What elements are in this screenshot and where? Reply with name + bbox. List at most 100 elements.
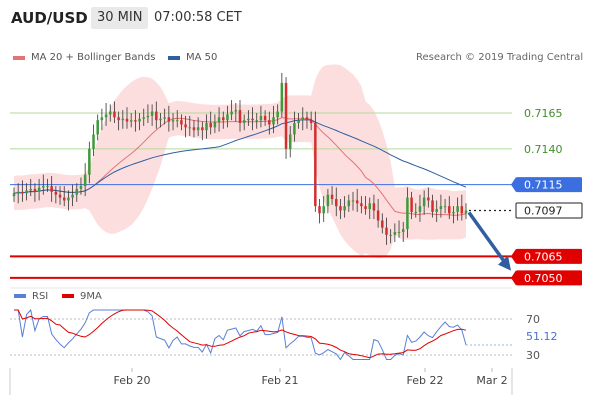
level-label-support-1: 0.7065 — [524, 250, 563, 263]
candle-body — [175, 120, 179, 122]
candle-body — [138, 118, 141, 122]
candle-body — [67, 197, 70, 201]
candle-body — [196, 127, 200, 131]
candle-body — [92, 134, 95, 149]
level-label-resistance-1: 0.7140 — [524, 143, 563, 156]
candle-body — [293, 123, 296, 135]
candle-body — [389, 234, 392, 236]
candle-body — [96, 120, 99, 135]
candle-body — [155, 111, 158, 121]
candle-body — [330, 194, 334, 199]
candle-body — [12, 193, 16, 197]
candle-body — [284, 82, 288, 149]
candle-body — [184, 124, 187, 128]
level-label-pivot: 0.7115 — [524, 179, 563, 192]
candle-body — [109, 111, 112, 115]
candle-body — [351, 200, 355, 202]
candle-body — [242, 120, 246, 124]
rsi-line — [14, 308, 467, 361]
candle-body — [163, 117, 166, 119]
candle-body — [209, 123, 212, 128]
candle-body — [326, 194, 330, 207]
candle-body — [301, 117, 305, 121]
candle-body — [222, 117, 225, 121]
candle-body — [460, 206, 464, 214]
candle-body — [100, 117, 104, 121]
candle-body — [410, 197, 413, 212]
candle-body — [21, 191, 24, 194]
candle-body — [452, 211, 455, 214]
candle-body — [226, 114, 229, 121]
candle-body — [343, 206, 346, 211]
candle-body — [335, 199, 338, 207]
level-label-support-2: 0.7050 — [524, 272, 563, 285]
candle-body — [272, 117, 275, 125]
candle-body — [146, 115, 150, 118]
candle-body — [255, 120, 258, 122]
candle-body — [401, 229, 405, 232]
candle-body — [288, 134, 292, 149]
candle-body — [422, 197, 426, 207]
candle-body — [180, 120, 183, 125]
x-tick-label: Feb 22 — [407, 374, 444, 387]
candle-body — [276, 111, 279, 118]
candle-body — [75, 188, 79, 195]
candle-body — [297, 120, 300, 124]
candle-body — [322, 206, 325, 214]
candle-body — [305, 117, 309, 121]
candle-body — [88, 148, 91, 175]
candle-body — [79, 186, 83, 189]
candle-body — [393, 231, 397, 235]
ma9-legend-label: 9MA — [80, 291, 102, 302]
rsi-tick-70: 70 — [526, 313, 540, 326]
candle-body — [167, 117, 171, 122]
candle-body — [309, 120, 313, 124]
candle-body — [150, 111, 154, 116]
candle-body — [355, 200, 359, 204]
candle-body — [318, 206, 321, 214]
candle-body — [418, 206, 422, 212]
level-box-pointer — [511, 248, 516, 264]
rsi-legend-label: RSI — [32, 291, 48, 302]
candle-body — [188, 127, 192, 129]
candle-body — [50, 186, 53, 192]
candle-body — [113, 111, 116, 118]
level-box-pointer — [511, 177, 516, 193]
candle-body — [171, 120, 175, 122]
candle-body — [376, 210, 380, 221]
price-chart[interactable]: 0.7165 0.7140 0.7115 0.7097 0.7065 0.7050 RSI 9… — [0, 0, 590, 400]
candle-body — [37, 187, 41, 192]
candle-body — [104, 114, 108, 118]
candle-body — [385, 227, 388, 235]
candle-body — [16, 191, 20, 194]
candle-body — [381, 220, 384, 228]
candle-body — [439, 206, 443, 210]
candle-body — [259, 115, 263, 121]
x-tick-label: Feb 20 — [114, 374, 151, 387]
candle-body — [406, 197, 409, 230]
candle-body — [234, 110, 238, 112]
candle-body — [58, 194, 62, 198]
candle-body — [62, 197, 66, 201]
candle-body — [238, 110, 242, 124]
candle-body — [25, 190, 28, 194]
forecast-arrow-shaft — [467, 211, 507, 264]
candle-body — [456, 206, 459, 212]
candle-body — [339, 206, 342, 211]
level-box-pointer — [511, 270, 516, 286]
candle-body — [397, 231, 401, 233]
candle-body — [280, 82, 284, 112]
rsi-current-value: 51.12 — [526, 330, 558, 343]
candle-body — [142, 117, 145, 119]
candle-body — [121, 118, 125, 121]
candle-body — [314, 123, 317, 207]
candle-body — [213, 121, 217, 128]
candle-body — [247, 118, 250, 121]
candle-body — [159, 118, 162, 121]
candle-body — [431, 200, 434, 212]
candle-body — [368, 203, 371, 210]
bollinger-band — [14, 64, 466, 259]
candle-body — [54, 191, 58, 195]
candle-body — [230, 111, 233, 115]
candle-body — [83, 174, 87, 187]
